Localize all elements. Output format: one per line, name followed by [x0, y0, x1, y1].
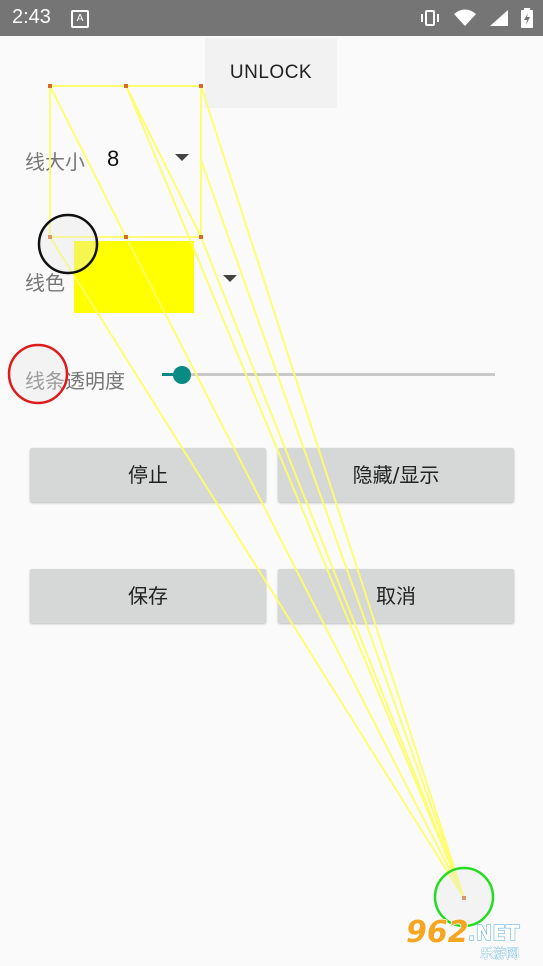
status-time: 2:43: [12, 6, 51, 28]
chevron-down-icon: [175, 154, 189, 161]
line-size-label: 线大小: [25, 150, 85, 174]
guide-line: [125, 236, 465, 899]
line-color-swatch: [74, 241, 194, 313]
target-point: [462, 896, 466, 900]
line-color-label: 线色: [25, 271, 65, 295]
cancel-button[interactable]: 取消: [278, 569, 514, 623]
svg-text:乐游网: 乐游网: [480, 947, 519, 962]
line-size-value: 8: [107, 146, 120, 171]
guide-line: [200, 236, 465, 899]
corner-handle[interactable]: [199, 235, 203, 239]
battery-icon: [521, 8, 533, 28]
line-opacity-label: 线条透明度: [25, 369, 125, 393]
hide-show-button[interactable]: 隐藏/显示: [278, 448, 514, 502]
corner-handle[interactable]: [48, 84, 52, 88]
wifi-icon: [454, 9, 476, 26]
stop-button[interactable]: 停止: [30, 448, 266, 502]
opacity-slider-track[interactable]: [162, 373, 495, 376]
svg-text:.NET: .NET: [468, 921, 520, 945]
svg-text:962: 962: [406, 915, 469, 950]
corner-handle[interactable]: [48, 235, 52, 239]
status-bar: 2:43 A: [0, 0, 543, 36]
guide-line: [49, 236, 465, 899]
watermark-logo: 962 .NET 乐游网: [404, 912, 539, 962]
signal-icon: [490, 10, 508, 26]
status-icons: [419, 6, 533, 30]
opacity-slider-thumb[interactable]: [172, 366, 191, 384]
corner-handle[interactable]: [124, 84, 128, 88]
notification-icon: A: [71, 10, 89, 28]
corner-handle[interactable]: [124, 235, 128, 239]
corner-handle[interactable]: [199, 84, 203, 88]
line-size-spinner[interactable]: 8: [100, 140, 200, 180]
save-button[interactable]: 保存: [30, 569, 266, 623]
unlock-button[interactable]: UNLOCK: [205, 38, 337, 108]
chevron-down-icon: [223, 275, 237, 282]
vibrate-icon: [421, 10, 439, 26]
